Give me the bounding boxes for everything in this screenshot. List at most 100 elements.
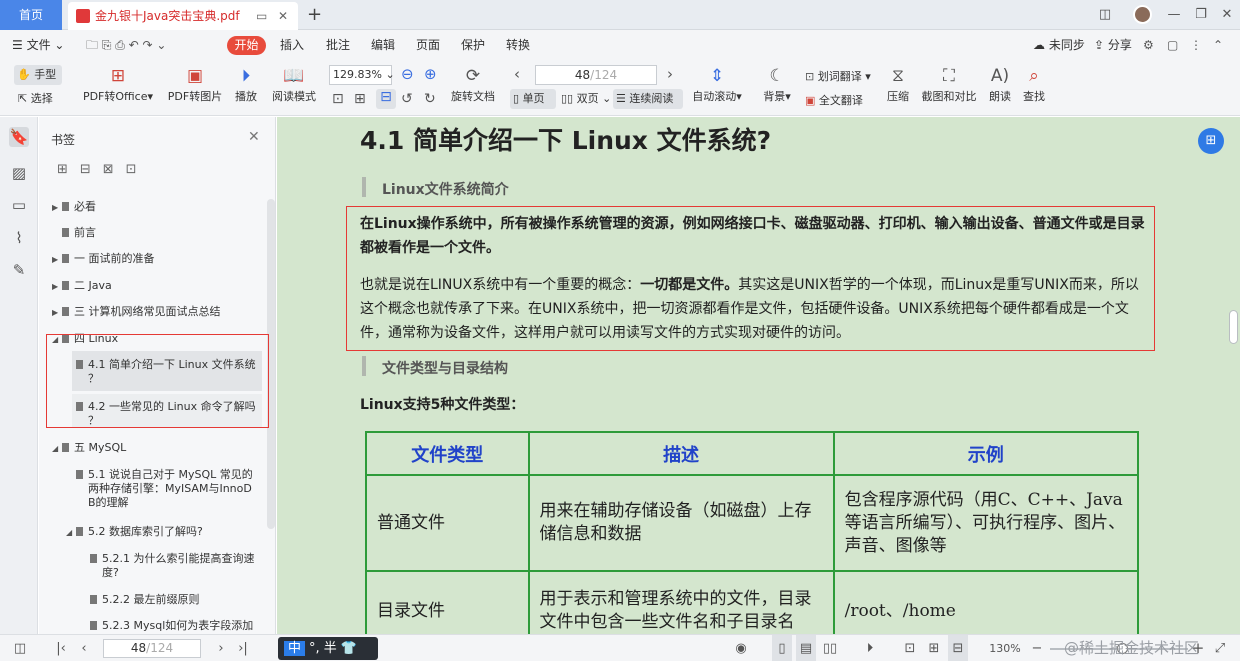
word-translate-button[interactable]: ⊡ 划词翻译 ▾ — [805, 68, 871, 84]
settings-icon[interactable]: ⚙ — [1143, 30, 1154, 60]
attachment-icon[interactable]: ⌇ — [9, 228, 29, 248]
background-button[interactable]: ☾ 背景▾ — [760, 64, 794, 104]
collapse-ribbon-icon[interactable]: ⌃ — [1213, 30, 1223, 60]
bookmark-item[interactable]: 5.1 说说自己对于 MySQL 常见的 两种存储引擎：MyISAM与InnoD B… — [76, 468, 253, 510]
zoom-select[interactable]: 129.83% ⌄ — [329, 65, 395, 85]
bookmark-tools-icons[interactable]: ⊞⊟⊠⊡ — [57, 162, 149, 177]
bookmark-item[interactable]: ▶ 二 Java — [52, 279, 112, 294]
menu-insert[interactable]: 插入 — [280, 30, 304, 60]
actual-size-status-icon[interactable]: ⊡ — [900, 635, 920, 661]
menu-file[interactable]: ☰ 文件 ⌄ — [12, 30, 64, 60]
find-button[interactable]: ⌕ 查找 — [1020, 64, 1048, 104]
tab-document[interactable]: 金九银十Java突击宝典.pdf ▭ ✕ — [68, 2, 298, 30]
compress-icon: ⧖ — [892, 66, 904, 86]
full-translate-button[interactable]: ▣ 全文翻译 — [805, 92, 863, 108]
compress-button[interactable]: ⧖ 压缩 — [884, 64, 912, 104]
zoom-in-status-icon[interactable]: + — [1191, 635, 1205, 661]
single-page-button[interactable]: ▯ 单页 — [510, 89, 556, 109]
close-tab-icon[interactable]: ✕ — [278, 2, 288, 30]
fit-width-status-icon[interactable]: ⊟ — [948, 635, 968, 661]
page-input[interactable]: 48/124 — [535, 65, 657, 85]
zoom-out-icon[interactable]: ⊖ — [401, 65, 414, 83]
play-status-icon[interactable]: ⏵ — [860, 635, 880, 661]
auto-scroll-button[interactable]: ⇕ 自动滚动▾ — [690, 64, 744, 104]
bookmark-item[interactable]: 5.2.2 最左前缀原则 — [90, 593, 200, 607]
bookmark-item[interactable]: ◢ 五 MySQL — [52, 441, 126, 456]
bookmark-label: 二 Java — [74, 279, 112, 292]
bookmark-label: 5.2 数据库索引了解吗? — [88, 525, 203, 538]
menu-protect[interactable]: 保护 — [461, 30, 485, 60]
zoom-level[interactable]: 130% ⌄ — [985, 635, 1025, 661]
fit-page-status-icon[interactable]: ⊞ — [924, 635, 944, 661]
sync-status[interactable]: ☁ 未同步 — [1033, 30, 1085, 60]
sidebar-toggle-icon[interactable]: ◫ — [10, 635, 30, 661]
bookmark-label-cont: 度? — [102, 566, 119, 579]
section-marker — [362, 356, 366, 376]
rotate-left-icon[interactable]: ↺ — [401, 91, 413, 107]
bookmark-item[interactable]: 5.2.1 为什么索引能提高查询速 度? — [90, 552, 255, 580]
pdf-to-office-button[interactable]: ⊞ PDF转Office▾ — [82, 64, 154, 104]
eye-icon[interactable]: ◉ — [730, 635, 752, 661]
bookmark-item[interactable]: 前言 — [52, 226, 96, 240]
status-page-input[interactable]: 48/124 — [103, 639, 201, 658]
fullscreen-icon[interactable]: ⤢ — [1212, 635, 1228, 661]
floating-tool-icon[interactable]: ⊞ — [1198, 128, 1224, 154]
continuous-read-button[interactable]: ☰ 连续阅读 — [613, 89, 683, 109]
tab-home[interactable]: 首页 — [0, 0, 62, 30]
fit-page-icon[interactable]: ⊞ — [354, 91, 366, 107]
last-page-icon[interactable]: ›| — [235, 635, 251, 661]
rotate-document-button[interactable]: ⟳ 旋转文档 — [450, 64, 496, 104]
comment-panel-icon[interactable]: ▭ — [9, 195, 29, 215]
single-view-icon[interactable]: ▯ — [772, 635, 792, 661]
pdf-to-image-button[interactable]: ▣ PDF转图片 — [166, 64, 224, 104]
restore-icon[interactable]: ❐ — [1190, 0, 1212, 30]
continuous-view-icon[interactable]: ▤ — [796, 635, 816, 661]
rotate-right-icon[interactable]: ↻ — [424, 91, 436, 107]
play-button[interactable]: ⏵ 播放 — [232, 64, 260, 104]
zoom-out-status-icon[interactable]: − — [1030, 635, 1044, 661]
prev-page-status-icon[interactable]: ‹ — [76, 635, 92, 661]
bookmark-label: 前言 — [74, 226, 96, 239]
bookmark-item[interactable]: ◢ 5.2 数据库索引了解吗? — [66, 525, 203, 540]
fit-width-icon[interactable]: ⊟ — [376, 89, 396, 109]
bookmark-item[interactable]: ▶ 一 面试前的准备 — [52, 252, 155, 267]
zoom-in-icon[interactable]: ⊕ — [424, 65, 437, 83]
avatar[interactable] — [1133, 5, 1152, 24]
bookmark-item[interactable]: ▶ 必看 — [52, 200, 96, 215]
menu-start[interactable]: 开始 — [227, 36, 266, 55]
menu-convert[interactable]: 转换 — [506, 30, 530, 60]
bookmark-item[interactable]: 5.2.3 Mysql如何为表字段添加 — [90, 619, 253, 633]
close-panel-icon[interactable]: ✕ — [248, 129, 260, 145]
screenshot-compare-button[interactable]: ⛶ 截图和对比 — [920, 64, 978, 104]
double-page-button[interactable]: ▯▯ 双页 ⌄ — [561, 89, 611, 109]
read-mode-button[interactable]: 📖 阅读模式 — [270, 64, 318, 104]
more-icon[interactable]: ⋮ — [1190, 30, 1202, 60]
first-page-icon[interactable]: |‹ — [53, 635, 69, 661]
quick-access-icons[interactable]: 🗀 ⎘ ⎙ ↶ ↷ ⌄ — [86, 30, 166, 60]
next-page-icon[interactable]: › — [667, 65, 673, 83]
read-aloud-button[interactable]: A) 朗读 — [986, 64, 1014, 104]
prev-page-icon[interactable]: ‹ — [514, 65, 520, 83]
background-label: 背景 — [763, 90, 786, 103]
menu-page[interactable]: 页面 — [416, 30, 440, 60]
window-icon[interactable]: ▭ — [256, 2, 267, 30]
new-tab-icon[interactable]: + — [307, 0, 322, 30]
signature-icon[interactable]: ✎ — [9, 260, 29, 280]
menu-edit[interactable]: 编辑 — [371, 30, 395, 60]
share-button[interactable]: ⇪ 分享 — [1094, 30, 1132, 60]
ime-indicator[interactable]: 中 °, 半 👕 — [278, 637, 378, 660]
next-page-status-icon[interactable]: › — [213, 635, 229, 661]
close-window-icon[interactable]: ✕ — [1216, 0, 1238, 30]
layout-icon[interactable]: ◫ — [1094, 0, 1116, 30]
thumbnail-icon[interactable]: ▨ — [9, 163, 29, 183]
bookmark-panel-icon[interactable]: 🔖 — [9, 127, 29, 147]
menu-annotate[interactable]: 批注 — [326, 30, 350, 60]
document-scrollbar[interactable] — [1229, 310, 1238, 344]
comment-icon[interactable]: ▢ — [1167, 30, 1178, 60]
hand-tool-button[interactable]: ✋ 手型 — [14, 65, 62, 85]
double-view-icon[interactable]: ▯▯ — [820, 635, 840, 661]
select-tool-button[interactable]: ⇱ 选择 — [18, 91, 53, 107]
bookmark-item[interactable]: ▶ 三 计算机网络常见面试点总结 — [52, 305, 221, 320]
actual-size-icon[interactable]: ⊡ — [332, 91, 344, 107]
minimize-icon[interactable]: — — [1163, 0, 1185, 30]
